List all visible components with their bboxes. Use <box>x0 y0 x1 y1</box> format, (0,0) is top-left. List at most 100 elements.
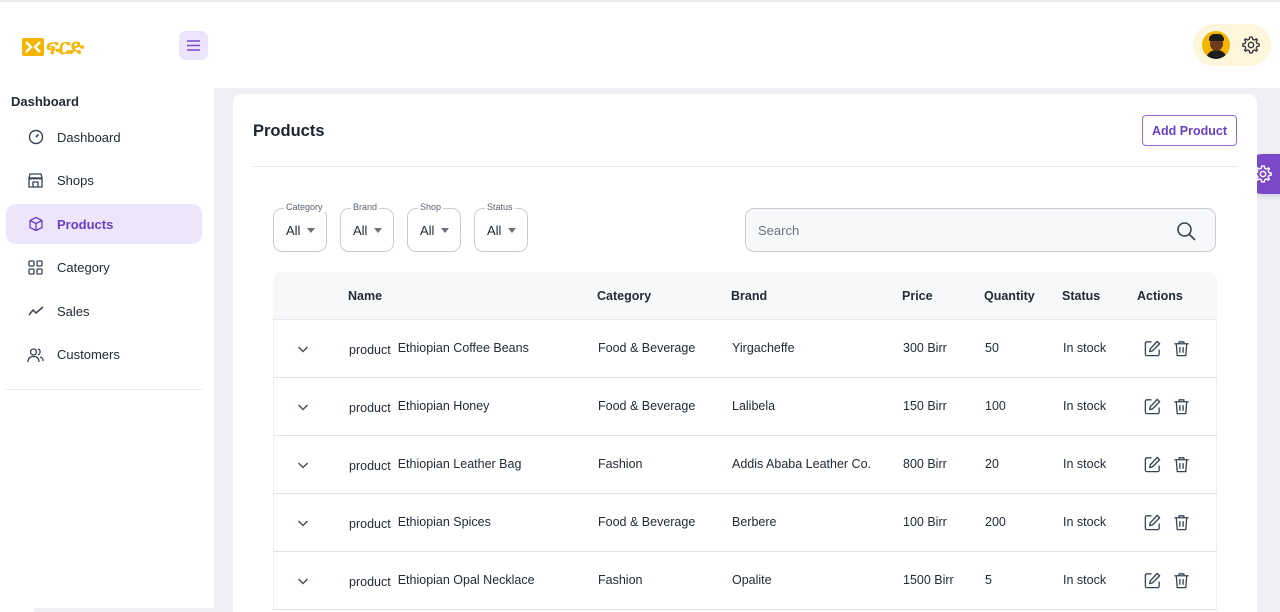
status-cell: In stock <box>1063 457 1107 471</box>
chevron-down-icon[interactable] <box>296 458 310 472</box>
chevron-down-icon[interactable] <box>296 574 310 588</box>
trash-icon[interactable] <box>1172 571 1191 590</box>
dashboard-icon <box>27 129 44 146</box>
product-name: Ethiopian Honey <box>397 399 490 413</box>
status-cell: In stock <box>1063 573 1107 587</box>
status-cell: In stock <box>1063 515 1107 529</box>
dropdown-caret-icon <box>307 227 316 233</box>
category-cell: Food & Beverage <box>598 399 696 413</box>
column-header-price[interactable]: Price <box>902 289 933 303</box>
sidebar-item-customers[interactable]: Customers <box>6 335 202 375</box>
product-name-cell: product Ethiopian Spices <box>349 515 491 531</box>
filter-value: All <box>487 222 502 238</box>
trash-icon[interactable] <box>1172 397 1191 416</box>
category-cell: Food & Beverage <box>598 341 696 355</box>
quantity-cell: 50 <box>985 341 999 355</box>
dropdown-caret-icon <box>374 227 383 233</box>
category-filter[interactable]: Category All <box>273 202 327 252</box>
table-row: product Ethiopian Coffee Beans Food & Bev… <box>273 320 1217 378</box>
category-cell: Fashion <box>598 457 643 471</box>
filter-label: Category <box>284 202 325 212</box>
quantity-cell: 5 <box>985 573 992 587</box>
brand-cell: Berbere <box>732 515 777 529</box>
gear-icon[interactable] <box>1241 35 1261 55</box>
sidebar-nav: Dashboard Shops Products Category Sales <box>6 117 202 378</box>
column-header-status[interactable]: Status <box>1062 289 1100 303</box>
chevron-down-icon[interactable] <box>296 400 310 414</box>
user-menu[interactable] <box>1193 24 1271 66</box>
logo-mark-icon <box>22 38 44 56</box>
column-header-name[interactable]: Name <box>348 289 382 303</box>
chevron-down-icon[interactable] <box>296 342 310 356</box>
logo-text: ፍርድ <box>46 34 84 59</box>
product-name: Ethiopian Coffee Beans <box>397 341 529 355</box>
avatar[interactable] <box>1202 31 1230 59</box>
hamburger-icon <box>187 40 200 51</box>
sidebar-item-sales[interactable]: Sales <box>6 291 202 331</box>
table-row: product Ethiopian Spices Food & Beverage … <box>273 494 1217 552</box>
trash-icon[interactable] <box>1172 455 1191 474</box>
users-icon <box>27 346 44 363</box>
brand-filter[interactable]: Brand All <box>340 202 394 252</box>
price-cell: 800 Birr <box>903 457 947 471</box>
sidebar-section-title: Dashboard <box>11 94 79 109</box>
menu-toggle-button[interactable] <box>179 31 208 60</box>
filter-label: Status <box>485 202 515 212</box>
sidebar-item-dashboard[interactable]: Dashboard <box>6 117 202 157</box>
trend-icon <box>27 303 44 320</box>
edit-icon[interactable] <box>1143 513 1162 532</box>
sidebar-item-products[interactable]: Products <box>6 204 202 244</box>
sidebar-item-label: Sales <box>57 303 90 319</box>
product-name-cell: product Ethiopian Leather Bag <box>349 457 522 473</box>
product-image-alt: product <box>349 517 391 531</box>
search-icon[interactable] <box>1176 221 1196 241</box>
table-row: product Ethiopian Opal Necklace Fashion O… <box>273 552 1217 610</box>
sidebar-divider <box>6 389 202 390</box>
sidebar-item-label: Dashboard <box>57 129 121 145</box>
table-row: product Ethiopian Leather Bag Fashion Add… <box>273 436 1217 494</box>
grid-icon <box>27 259 44 276</box>
add-product-button[interactable]: Add Product <box>1142 115 1237 146</box>
trash-icon[interactable] <box>1172 339 1191 358</box>
filter-label: Brand <box>351 202 380 212</box>
product-name: Ethiopian Spices <box>397 515 491 529</box>
products-table: Name Category Brand Price Quantity Statu… <box>273 272 1217 610</box>
product-image-alt: product <box>349 401 391 415</box>
price-cell: 100 Birr <box>903 515 947 529</box>
sidebar-item-label: Category <box>57 260 110 275</box>
product-name: Ethiopian Leather Bag <box>397 457 522 471</box>
filter-label: Shop <box>418 202 444 212</box>
edit-icon[interactable] <box>1143 397 1162 416</box>
card-divider <box>253 166 1237 167</box>
sidebar-item-label: Shops <box>57 173 94 188</box>
dropdown-caret-icon <box>508 227 517 233</box>
products-card: Products Add Product Category All Brand … <box>233 94 1257 612</box>
product-name-cell: product Ethiopian Opal Necklace <box>349 573 535 589</box>
search-input[interactable] <box>758 222 1158 238</box>
edit-icon[interactable] <box>1143 455 1162 474</box>
sidebar-item-label: Products <box>57 216 114 232</box>
shop-filter[interactable]: Shop All <box>407 202 461 252</box>
column-header-category[interactable]: Category <box>597 289 651 303</box>
status-filter[interactable]: Status All <box>474 202 528 252</box>
column-header-actions: Actions <box>1137 289 1183 303</box>
sidebar-item-shops[interactable]: Shops <box>6 161 202 201</box>
column-header-brand[interactable]: Brand <box>731 289 767 303</box>
chevron-down-icon[interactable] <box>296 516 310 530</box>
price-cell: 300 Birr <box>903 341 947 355</box>
store-icon <box>27 172 44 189</box>
brand-logo[interactable]: ፍርድ <box>22 34 84 59</box>
column-header-quantity[interactable]: Quantity <box>984 289 1035 303</box>
dropdown-caret-icon <box>441 227 450 233</box>
sidebar-item-category[interactable]: Category <box>6 248 202 288</box>
edit-icon[interactable] <box>1143 571 1162 590</box>
brand-cell: Lalibela <box>732 399 776 413</box>
edit-icon[interactable] <box>1143 339 1162 358</box>
quantity-cell: 100 <box>985 399 1006 413</box>
filter-value: All <box>420 222 435 238</box>
status-cell: In stock <box>1063 399 1107 413</box>
page-title: Products <box>253 122 325 140</box>
product-image-alt: product <box>349 343 391 357</box>
trash-icon[interactable] <box>1172 513 1191 532</box>
product-name-cell: product Ethiopian Coffee Beans <box>349 341 529 357</box>
